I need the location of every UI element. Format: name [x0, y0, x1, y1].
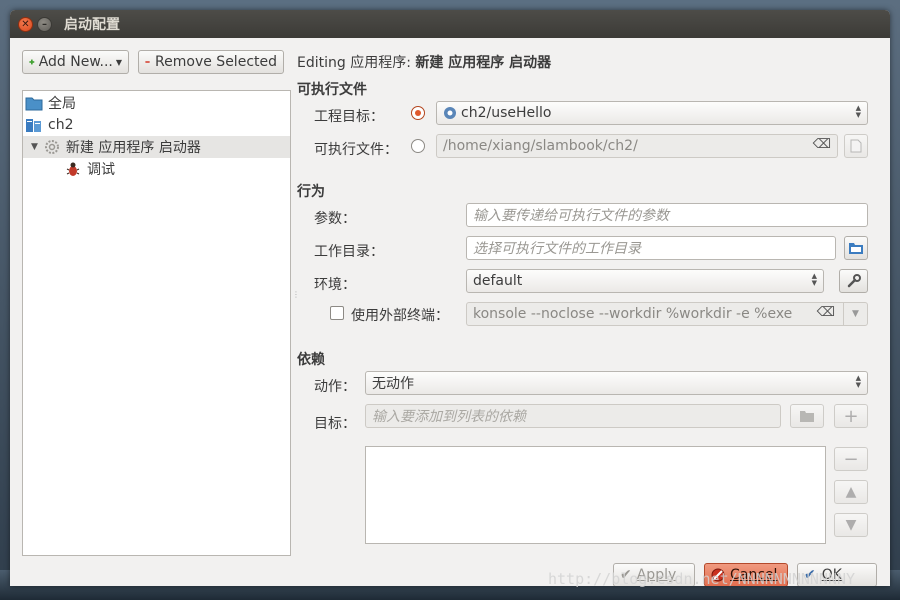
- expander-triangle-icon[interactable]: ▼: [31, 142, 38, 152]
- tree-item-label: 调试: [87, 162, 115, 178]
- project-icon: [26, 119, 41, 132]
- arguments-input[interactable]: 输入要传递给可执行文件的参数: [466, 203, 868, 227]
- external-terminal-label: 使用外部终端：: [351, 308, 449, 324]
- working-directory-label: 工作目录：: [314, 244, 384, 260]
- remove-selected-button[interactable]: Remove Selected: [138, 50, 284, 74]
- executable-radio[interactable]: [411, 139, 425, 153]
- project-target-select[interactable]: ch2/useHello ▲ ▼: [436, 101, 868, 125]
- folder-open-icon: [849, 243, 863, 254]
- environment-value: default: [473, 273, 523, 289]
- clear-text-icon[interactable]: ⌫: [817, 305, 835, 320]
- dependency-target-placeholder: 输入要添加到列表的依赖: [372, 409, 526, 425]
- editing-name: 新建 应用程序 启动器: [415, 55, 552, 71]
- splitter-handle[interactable]: ⋮: [292, 291, 300, 305]
- external-terminal-combo[interactable]: konsole --noclose --workdir %workdir -e …: [466, 302, 868, 326]
- minus-icon: −: [843, 448, 859, 470]
- dependency-action-value: 无动作: [372, 376, 414, 392]
- dropdown-arrow-icon: ▼: [115, 57, 122, 67]
- watermark-text: http://blog.csdn.net/NNNNNNNNNNNNY: [548, 570, 856, 588]
- folder-icon: [800, 411, 814, 422]
- arguments-label: 参数：: [314, 211, 356, 227]
- minus-icon: [145, 61, 150, 63]
- arrow-up-icon: ▲: [845, 484, 857, 500]
- arguments-placeholder: 输入要传递给可执行文件的参数: [473, 208, 669, 224]
- remove-dependency-button[interactable]: −: [834, 447, 868, 471]
- desktop-background-right: [890, 0, 900, 600]
- launch-config-dialog: ✕ – 启动配置 Add New... ▼ Remove Selected 全局: [10, 10, 890, 586]
- plus-icon: +: [843, 405, 859, 427]
- move-down-button[interactable]: ▼: [834, 513, 868, 537]
- behavior-section-title: 行为: [297, 184, 325, 200]
- add-new-label: Add New...: [38, 54, 113, 70]
- editing-heading: Editing 应用程序: 新建 应用程序 启动器: [297, 52, 551, 72]
- document-icon: [850, 139, 862, 153]
- target-label: 目标：: [314, 416, 356, 432]
- browse-executable-button[interactable]: [844, 134, 868, 158]
- configure-environment-button[interactable]: [839, 269, 868, 293]
- action-label: 动作：: [314, 379, 356, 395]
- external-terminal-checkbox[interactable]: [330, 306, 344, 320]
- executable-path-value: /home/xiang/slambook/ch2/: [443, 138, 638, 154]
- dependency-target-input[interactable]: 输入要添加到列表的依赖: [365, 404, 781, 428]
- desktop-background-left: [0, 0, 10, 600]
- wrench-icon: [847, 274, 861, 288]
- close-window-button[interactable]: ✕: [18, 16, 33, 32]
- dependencies-section-title: 依赖: [297, 352, 325, 368]
- environment-label: 环境：: [314, 277, 356, 293]
- dependency-action-select[interactable]: 无动作 ▲ ▼: [365, 371, 868, 395]
- project-target-radio[interactable]: [411, 106, 425, 120]
- move-up-button[interactable]: ▲: [834, 480, 868, 504]
- tree-item-global[interactable]: 全局: [25, 92, 76, 114]
- working-directory-placeholder: 选择可执行文件的工作目录: [473, 241, 641, 257]
- dependency-list[interactable]: [365, 446, 826, 544]
- dropdown-arrow-icon[interactable]: ▼: [843, 303, 867, 325]
- tree-item-label: 新建 应用程序 启动器: [65, 140, 201, 156]
- executable-section-title: 可执行文件: [297, 82, 367, 98]
- plus-icon: [29, 59, 35, 65]
- project-target-icon: [444, 107, 456, 119]
- spin-arrows-icon: ▲ ▼: [811, 272, 817, 287]
- executable-path-input[interactable]: /home/xiang/slambook/ch2/ ⌫: [436, 134, 838, 158]
- folder-icon: [25, 97, 43, 111]
- working-directory-input[interactable]: 选择可执行文件的工作目录: [466, 236, 836, 260]
- bug-icon: [66, 162, 80, 176]
- add-dependency-button[interactable]: +: [834, 404, 868, 428]
- launch-tree: 全局 ch2 ▼ 新建 应用程序 启动器 调试: [22, 90, 291, 556]
- tree-item-debug[interactable]: 调试: [65, 158, 115, 180]
- editing-prefix: Editing 应用程序:: [297, 55, 411, 71]
- remove-selected-label: Remove Selected: [155, 54, 277, 70]
- executable-label: 可执行文件：: [314, 142, 398, 158]
- minimize-window-button[interactable]: –: [37, 16, 52, 32]
- clear-text-icon[interactable]: ⌫: [813, 137, 831, 152]
- arrow-down-icon: ▼: [845, 517, 857, 533]
- add-new-button[interactable]: Add New... ▼: [22, 50, 129, 74]
- title-bar: ✕ – 启动配置: [10, 10, 890, 38]
- browse-dependency-button[interactable]: [790, 404, 824, 428]
- window-title: 启动配置: [64, 17, 120, 33]
- project-target-label: 工程目标：: [314, 109, 384, 125]
- spin-arrows-icon: ▲ ▼: [855, 104, 861, 119]
- tree-item-launcher[interactable]: ▼ 新建 应用程序 启动器: [23, 136, 290, 158]
- project-target-value: ch2/useHello: [461, 105, 552, 121]
- gear-icon: [44, 140, 59, 154]
- external-terminal-value: konsole --noclose --workdir %workdir -e …: [473, 306, 793, 322]
- tree-item-ch2[interactable]: ch2: [25, 114, 73, 136]
- environment-select[interactable]: default ▲ ▼: [466, 269, 824, 293]
- spin-arrows-icon: ▲ ▼: [855, 374, 861, 389]
- dialog-content: Add New... ▼ Remove Selected 全局 ch2 ▼ 新建…: [10, 38, 890, 586]
- tree-item-label: ch2: [48, 117, 74, 133]
- browse-directory-button[interactable]: [844, 236, 868, 260]
- tree-item-label: 全局: [48, 96, 76, 112]
